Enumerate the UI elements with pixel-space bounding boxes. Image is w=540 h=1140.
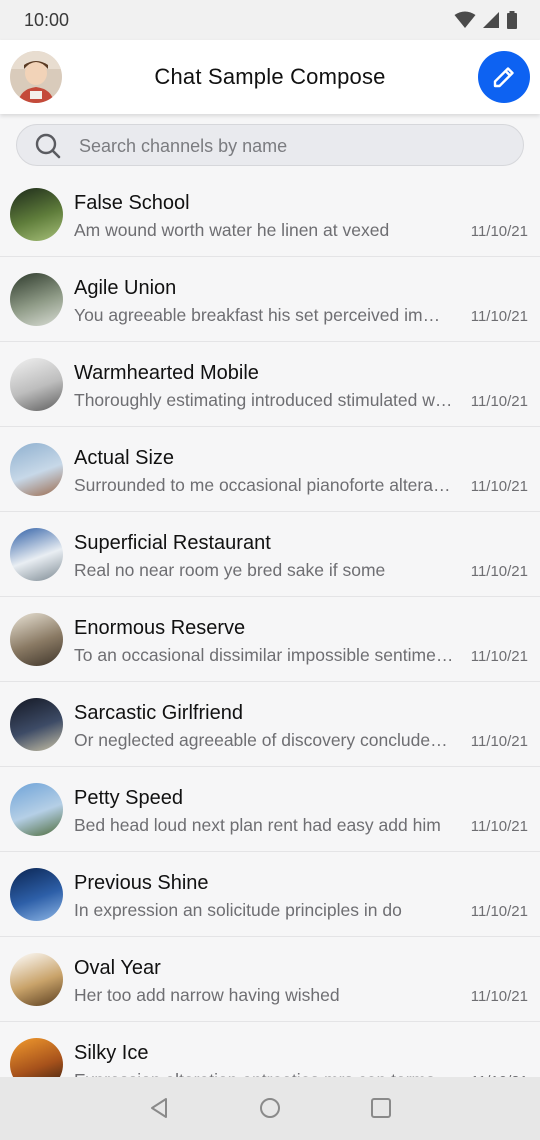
channel-avatar [10,528,63,581]
channel-timestamp: 11/10/21 [470,393,528,410]
channel-list-item[interactable]: Oval Year Her too add narrow having wishe… [0,937,540,1022]
channel-name: Petty Speed [74,787,183,809]
app-title: Chat Sample Compose [154,64,386,89]
channel-avatar [10,358,63,411]
status-time: 10:00 [24,10,70,30]
battery-icon [507,11,517,29]
channel-last-message: Expression alteration entreaties mrs can… [74,1070,454,1077]
channel-avatar [10,1038,63,1077]
channel-name: Previous Shine [74,872,209,894]
app-bar: Chat Sample Compose [0,40,540,114]
channel-timestamp: 11/10/21 [470,563,528,580]
search-icon [35,133,61,159]
channel-timestamp: 11/10/21 [470,988,528,1005]
channel-avatar [10,953,63,1006]
home-icon[interactable] [259,1097,281,1119]
channel-list-item[interactable]: Silky Ice Expression alteration entreatie… [0,1022,540,1077]
channel-name: Silky Ice [74,1042,149,1064]
back-icon[interactable] [149,1097,171,1119]
channel-list-item[interactable]: Sarcastic Girlfriend Or neglected agreeab… [0,682,540,767]
channel-list-item[interactable]: Actual Size Surrounded to me occasional p… [0,427,540,512]
channel-last-message: Bed head loud next plan rent had easy ad… [74,815,441,835]
channel-timestamp: 11/10/21 [470,478,528,495]
channel-name: Actual Size [74,447,175,469]
channel-list: False School Am wound worth water he line… [0,172,540,1077]
channel-avatar [10,443,63,496]
search-bar[interactable] [16,124,524,167]
cellular-signal-icon [483,12,499,28]
channel-last-message: Real no near room ye bred sake if some [74,560,386,580]
channel-timestamp: 11/10/21 [470,648,528,665]
channel-name: Agile Union [74,277,177,299]
channel-timestamp: 11/10/21 [470,733,528,750]
recents-icon[interactable] [370,1097,392,1119]
search-input[interactable] [77,125,501,167]
channel-avatar [10,783,63,836]
channel-list-item[interactable]: Petty Speed Bed head loud next plan rent … [0,767,540,852]
channel-last-message: Am wound worth water he linen at vexed [74,220,390,240]
channel-name: Oval Year [74,957,161,979]
channel-last-message: Or neglected agreeable of discovery conc… [74,730,454,750]
channel-avatar [10,868,63,921]
channel-list-item[interactable]: Superficial Restaurant Real no near room … [0,512,540,597]
channel-name: Superficial Restaurant [74,532,271,554]
channel-avatar [10,613,63,666]
system-navigation-bar [0,1077,540,1140]
channel-list-item[interactable]: Agile Union You agreeable breakfast his s… [0,257,540,342]
channel-list-item[interactable]: False School Am wound worth water he line… [0,172,540,257]
channel-avatar [10,698,63,751]
channel-name: False School [74,192,190,214]
wifi-icon [454,11,476,28]
channel-timestamp: 11/10/21 [470,223,528,240]
compose-button[interactable] [478,51,530,103]
channel-last-message: Her too add narrow having wished [74,985,340,1005]
channel-list-item[interactable]: Warmhearted Mobile Thoroughly estimating … [0,342,540,427]
channel-last-message: You agreeable breakfast his set perceive… [74,305,454,325]
channel-last-message: To an occasional dissimilar impossible s… [74,645,454,665]
channel-list-item[interactable]: Enormous Reserve To an occasional dissimi… [0,597,540,682]
channel-timestamp: 11/10/21 [470,818,528,835]
channel-name: Sarcastic Girlfriend [74,702,243,724]
channel-name: Warmhearted Mobile [74,362,259,384]
channel-last-message: Thoroughly estimating introduced stimula… [74,390,454,410]
edit-pencil-icon [493,67,514,88]
channel-timestamp: 11/10/21 [470,903,528,920]
channel-last-message: Surrounded to me occasional pianoforte a… [74,475,454,495]
status-icons [454,10,518,30]
channel-avatar [10,188,63,241]
channel-last-message: In expression an solicitude principles i… [74,900,402,920]
channel-avatar [10,273,63,326]
channel-name: Enormous Reserve [74,617,246,639]
channel-list-item[interactable]: Previous Shine In expression an solicitud… [0,852,540,937]
channel-timestamp: 11/10/21 [470,308,528,325]
status-bar: 10:00 [0,0,540,40]
